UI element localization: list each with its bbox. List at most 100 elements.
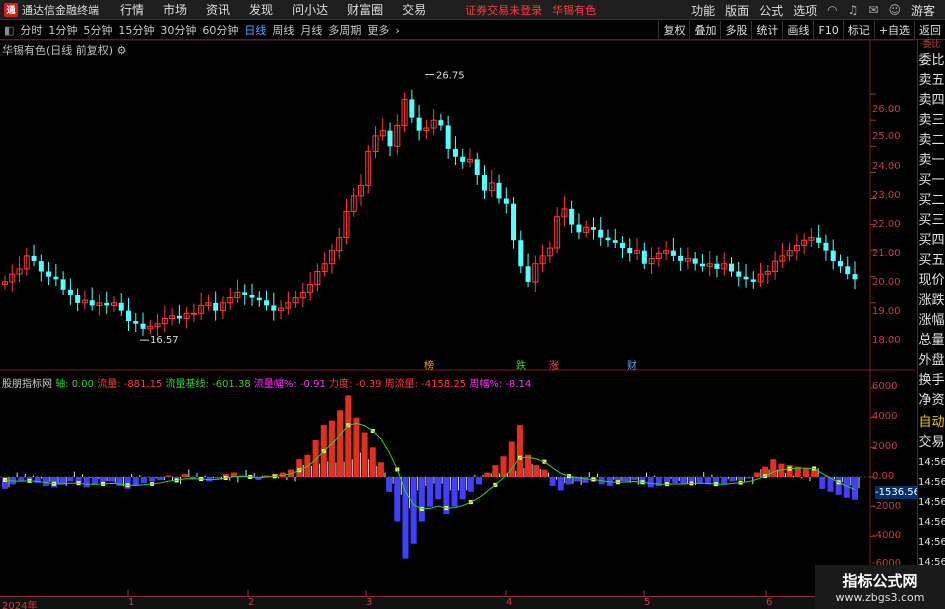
flow-bar: [214, 477, 221, 479]
auto-button[interactable]: 自动: [918, 413, 945, 433]
candle-body-down: [641, 250, 647, 264]
flow-bar: [696, 477, 703, 483]
flow-bar: [165, 475, 172, 477]
flow-bar: [516, 425, 523, 477]
candle-body-down: [89, 300, 95, 306]
candle-body-down: [503, 198, 509, 204]
flow-bar: [361, 432, 368, 477]
quote-side-panel: 委比 委比 卖五 卖四 卖三 卖二 卖一 买一 买二 买三 买四 买五 现价 涨…: [917, 40, 945, 609]
legend-field: 流量基线: -601.38: [165, 379, 251, 390]
flow-bar: [337, 410, 344, 477]
side-item[interactable]: 买五: [918, 251, 945, 271]
flow-bar: [500, 456, 507, 477]
side-item[interactable]: 涨跌: [918, 291, 945, 311]
flow-bar: [91, 477, 98, 485]
flow-bar: [173, 477, 180, 479]
candle-body-down: [816, 237, 822, 243]
flow-bar: [83, 477, 90, 488]
candle-body-down: [518, 240, 524, 267]
flow-bar: [476, 477, 483, 485]
candle-body-down: [852, 274, 858, 280]
ind-tick: 0.00: [872, 471, 895, 482]
side-item[interactable]: 外盘: [918, 351, 945, 371]
price-tick: 20.00: [872, 277, 901, 288]
back-button[interactable]: 返回: [914, 21, 945, 40]
side-item[interactable]: 买二: [918, 191, 945, 211]
ind-tick: -2000: [872, 501, 902, 512]
trade-button[interactable]: 交易: [918, 433, 945, 453]
candle-body-down: [736, 271, 742, 277]
candle-body-down: [409, 99, 415, 118]
side-item[interactable]: 买三: [918, 211, 945, 231]
flow-bar: [181, 474, 188, 477]
candle-body-down: [242, 292, 248, 295]
flow-bar: [729, 477, 736, 482]
candle-body-down: [830, 250, 836, 262]
price-tick: 22.00: [872, 219, 901, 230]
ind-tick: 4000: [872, 411, 898, 422]
watermark-url: www.zbgs3.com: [835, 591, 925, 604]
flow-bar: [149, 477, 156, 482]
side-item[interactable]: 现价: [918, 271, 945, 291]
legend-field: 轴: 0.00: [55, 379, 95, 390]
price-tick: 19.00: [872, 306, 901, 317]
candle-body-down: [126, 310, 132, 322]
candle-body-down: [692, 258, 698, 264]
side-item[interactable]: 卖五: [918, 71, 945, 91]
flow-bar: [647, 477, 654, 488]
candle-body-down: [387, 130, 393, 147]
flow-bar: [377, 462, 384, 477]
flow-bar: [369, 447, 376, 477]
candle-body-down: [699, 263, 705, 267]
side-item[interactable]: 卖四: [918, 91, 945, 111]
candle-body-down: [750, 279, 756, 282]
side-item[interactable]: 卖一: [918, 151, 945, 171]
flow-bar: [418, 477, 425, 522]
current-value-badge: -1536.56: [875, 486, 920, 499]
candle-body-down: [837, 261, 843, 267]
flow-bar: [753, 472, 760, 477]
flow-bar: [451, 477, 458, 507]
flow-bar: [811, 469, 818, 477]
watermark: 指标公式网 www.zbgs3.com: [815, 565, 945, 609]
side-item[interactable]: 净资: [918, 391, 945, 411]
candle-body-down: [38, 261, 44, 272]
candle-body-down: [46, 271, 52, 277]
candle-body-down: [213, 302, 219, 311]
flow-bar: [737, 477, 744, 480]
candle-body-down: [627, 248, 633, 254]
side-item[interactable]: 买四: [918, 231, 945, 251]
indicator-name[interactable]: 股朋指标网: [2, 379, 52, 390]
side-item[interactable]: 卖二: [918, 131, 945, 151]
candle-body-down: [264, 300, 270, 306]
side-item[interactable]: 买一: [918, 171, 945, 191]
ind-tick: 2000: [872, 441, 898, 452]
candle-body-down: [452, 148, 458, 157]
flow-bar: [770, 459, 777, 477]
candle-body-down: [140, 323, 146, 329]
candle-body-down: [620, 242, 626, 249]
price-tick: 26.00: [872, 104, 901, 115]
side-item[interactable]: 卖三: [918, 111, 945, 131]
side-item[interactable]: 委比: [918, 40, 945, 51]
price-tick: 18.00: [872, 335, 901, 346]
flow-bar: [132, 477, 139, 486]
side-item[interactable]: 总量: [918, 331, 945, 351]
candle-body-down: [714, 263, 720, 269]
legend-field: 流量幅%: -0.91: [253, 379, 326, 390]
flow-bar: [835, 477, 842, 495]
flow-bar: [819, 477, 826, 489]
date-tick: 1: [128, 597, 135, 608]
flow-bar: [459, 477, 466, 500]
side-item[interactable]: 换手: [918, 371, 945, 391]
event-marker: 榜: [424, 359, 434, 372]
candle-body-down: [438, 120, 444, 126]
side-item[interactable]: 涨幅: [918, 311, 945, 331]
candle-body-down: [460, 156, 466, 162]
candle-body-down: [845, 266, 851, 275]
candle-body-down: [525, 266, 531, 282]
candle-body-down: [133, 321, 139, 324]
candlestick-chart[interactable]: 26.75 16.57 榜 跌 涨 财: [0, 0, 915, 596]
side-item[interactable]: 委比: [918, 51, 945, 71]
flow-bar: [353, 417, 360, 477]
